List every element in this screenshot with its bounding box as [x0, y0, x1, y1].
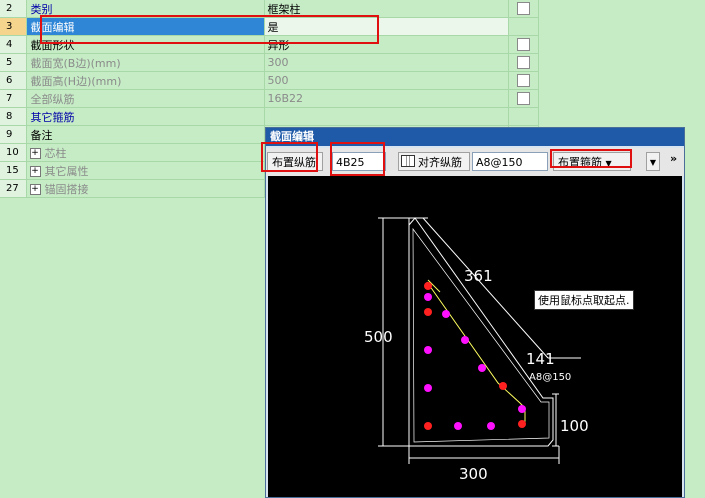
property-label: 其它属性 — [44, 164, 89, 178]
row-number: 3 — [0, 17, 27, 36]
row-number: 9 — [0, 125, 27, 144]
property-name[interactable]: 截面高(H边)(mm) — [26, 71, 265, 90]
property-value[interactable]: 500 — [264, 71, 509, 90]
align-longitudinal-label: 对齐纵筋 — [418, 156, 462, 169]
grid-row[interactable]: 2 类别 框架柱 — [0, 0, 539, 18]
dialog-toolbar: 布置纵筋 4B25 对齐纵筋 A8@150 布置箍筋 ▼ ▼ » — [266, 148, 684, 176]
row-number: 7 — [0, 89, 27, 108]
property-name[interactable]: + 锚固搭接 — [26, 179, 265, 198]
property-name[interactable]: + 芯柱 — [26, 143, 265, 162]
property-value[interactable] — [264, 107, 509, 126]
property-label: 截面宽(B边)(mm) — [30, 56, 121, 70]
stirrup-lines — [426, 279, 526, 426]
public-attr-cell — [508, 35, 539, 54]
property-label: 全部纵筋 — [30, 92, 75, 106]
property-name[interactable]: 全部纵筋 — [26, 89, 265, 108]
rebar-points — [424, 282, 526, 430]
property-value[interactable]: 300 — [264, 53, 509, 72]
property-label: 截面高(H边)(mm) — [30, 74, 122, 88]
align-icon — [401, 155, 415, 167]
dim-stirrup-label: A8@150 — [529, 372, 571, 383]
dim-notch-height: 100 — [560, 417, 589, 435]
property-name[interactable]: 备注 — [26, 125, 265, 144]
row-number: 8 — [0, 107, 27, 126]
property-value[interactable]: 异形 — [264, 35, 509, 54]
stirrup-input[interactable]: A8@150 — [472, 152, 548, 171]
property-name[interactable]: 截面宽(B边)(mm) — [26, 53, 265, 72]
public-attr-cell — [508, 0, 539, 18]
dim-height: 500 — [364, 328, 393, 346]
property-name[interactable]: 其它箍筋 — [26, 107, 265, 126]
public-attr-checkbox[interactable] — [516, 56, 530, 70]
property-name[interactable]: 截面形状 — [26, 35, 265, 54]
dim-notch-width: 141 — [526, 350, 555, 368]
align-longitudinal-button[interactable]: 对齐纵筋 — [398, 152, 470, 171]
dropdown-arrow-button[interactable]: ▼ — [646, 152, 660, 171]
property-value[interactable]: 框架柱 — [264, 0, 509, 18]
property-label: 截面编辑 — [30, 20, 75, 34]
property-label: 类别 — [30, 2, 53, 16]
column-outline — [408, 217, 554, 447]
row-number: 6 — [0, 71, 27, 90]
public-attr-cell — [508, 89, 539, 108]
chevron-down-icon: ▼ — [649, 158, 657, 167]
public-attr-cell — [508, 53, 539, 72]
public-attr-checkbox[interactable] — [516, 74, 530, 88]
property-label: 锚固搭接 — [44, 182, 89, 196]
row-number: 10 — [0, 143, 27, 162]
dialog-title: 截面编辑 — [266, 128, 684, 146]
row-number: 15 — [0, 161, 27, 180]
toolbar-overflow-button[interactable]: » — [670, 149, 682, 168]
row-number: 5 — [0, 53, 27, 72]
place-stirrup-label: 布置箍筋 — [558, 156, 602, 169]
dim-diagonal: 361 — [464, 267, 493, 285]
dimension-lines — [378, 217, 581, 464]
grid-row[interactable]: 6 截面高(H边)(mm) 500 — [0, 71, 539, 90]
row-number: 4 — [0, 35, 27, 54]
public-attr-cell — [508, 71, 539, 90]
section-drawing: 500 361 141 A8@150 100 300 — [364, 217, 589, 483]
row-number: 27 — [0, 179, 27, 198]
tooltip: 使用鼠标点取起点. — [534, 290, 634, 310]
longitudinal-input[interactable]: 4B25 — [332, 152, 386, 171]
grid-row[interactable]: 7 全部纵筋 16B22 — [0, 89, 539, 108]
grid-row[interactable]: 8 其它箍筋 — [0, 107, 539, 126]
dim-width: 300 — [459, 465, 488, 483]
public-attr-checkbox[interactable] — [516, 2, 530, 16]
property-name[interactable]: + 其它属性 — [26, 161, 265, 180]
expand-icon[interactable]: + — [29, 148, 41, 159]
public-attr-checkbox[interactable] — [516, 92, 530, 106]
place-longitudinal-button[interactable]: 布置纵筋 — [267, 152, 323, 171]
property-label: 截面形状 — [30, 38, 75, 52]
property-label: 其它箍筋 — [30, 110, 75, 124]
expand-icon[interactable]: + — [29, 166, 41, 177]
drawing-canvas[interactable]: 500 361 141 A8@150 100 300 使用鼠标点取起点. — [268, 176, 682, 497]
public-attr-cell — [508, 107, 539, 126]
property-label: 备注 — [30, 128, 53, 142]
property-name[interactable]: 类别 — [26, 0, 265, 18]
place-stirrup-dropdown[interactable]: 布置箍筋 ▼ — [553, 152, 631, 171]
property-value[interactable]: 16B22 — [264, 89, 509, 108]
expand-icon[interactable]: + — [29, 184, 41, 195]
public-attr-cell — [508, 17, 539, 36]
property-name[interactable]: 截面编辑 — [26, 17, 265, 36]
public-attr-checkbox[interactable] — [516, 38, 530, 52]
property-value[interactable]: 是 — [264, 17, 509, 36]
row-number: 2 — [0, 0, 27, 18]
grid-row[interactable]: 5 截面宽(B边)(mm) 300 — [0, 53, 539, 72]
section-edit-dialog: 截面编辑 布置纵筋 4B25 对齐纵筋 A8@150 布置箍筋 ▼ ▼ » 50… — [265, 127, 685, 498]
grid-row[interactable]: 4 截面形状 异形 — [0, 35, 539, 54]
property-label: 芯柱 — [44, 146, 67, 160]
chevron-down-icon: ▼ — [605, 159, 612, 168]
grid-row[interactable]: 3 截面编辑 是 — [0, 17, 539, 36]
